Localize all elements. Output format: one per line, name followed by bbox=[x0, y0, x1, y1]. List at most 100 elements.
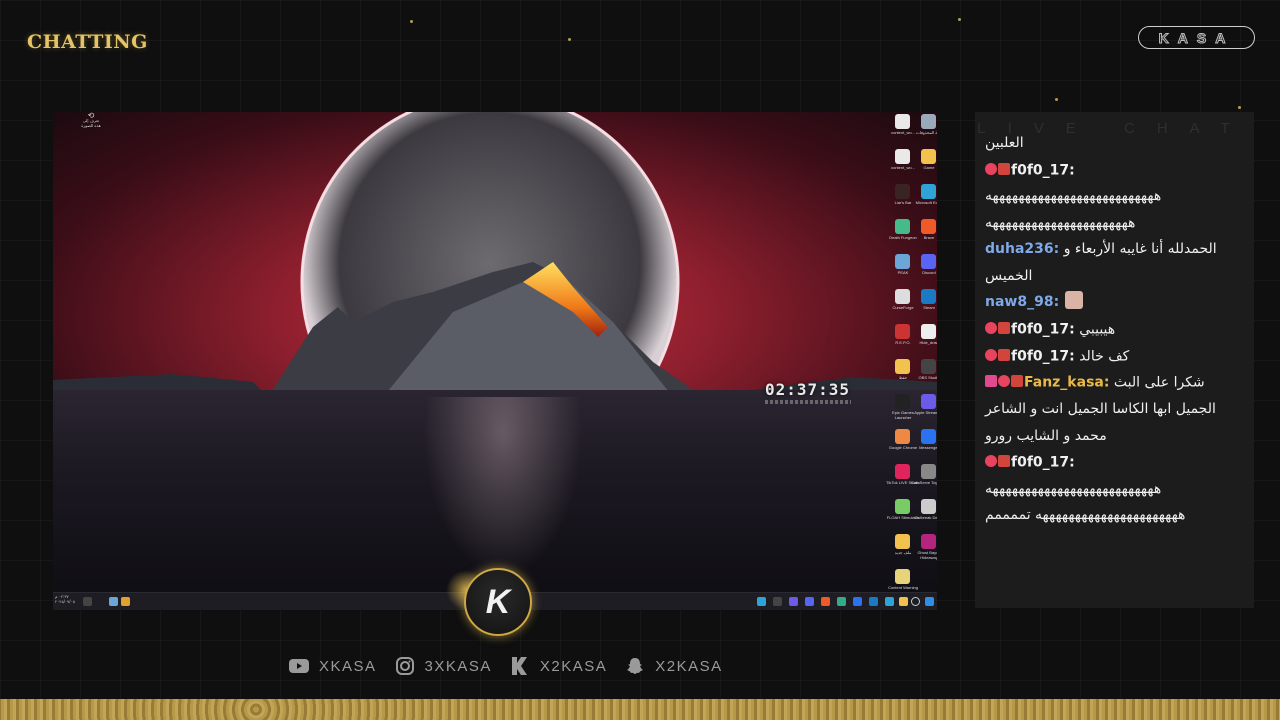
heart-badge-icon bbox=[985, 348, 997, 361]
desktop-shortcut-icon[interactable] bbox=[921, 499, 936, 514]
chat-message: f0f0_17: هيبيبي bbox=[985, 316, 1247, 343]
page-title: CHATTING bbox=[27, 31, 148, 53]
desktop-shortcut-icon[interactable] bbox=[895, 429, 910, 444]
gold-speck bbox=[1055, 98, 1058, 101]
recycle-shortcut[interactable]: ⟲ تعرف إلى هذه الصورة bbox=[81, 112, 101, 128]
taskbar-app-icon[interactable] bbox=[869, 597, 878, 606]
chat-username[interactable]: naw8_98: bbox=[985, 294, 1059, 310]
chat-message: العلبين bbox=[985, 130, 1247, 157]
chat-username[interactable]: f0f0_17: bbox=[1011, 162, 1075, 178]
desktop-shortcut-icon[interactable] bbox=[895, 569, 910, 584]
desktop-shortcut-icon[interactable] bbox=[895, 359, 910, 374]
heart-badge-icon bbox=[985, 455, 997, 467]
heart-badge-icon bbox=[985, 162, 997, 175]
chat-message: f0f0_17: ههههههههههههههههههههههههههه ههه… bbox=[985, 157, 1247, 237]
social-snapchat[interactable]: X2KASA bbox=[625, 657, 722, 675]
k-letter: K bbox=[485, 582, 511, 621]
desktop-shortcut-icon[interactable] bbox=[921, 324, 936, 339]
desktop-shortcut-label: Brave bbox=[923, 235, 935, 240]
desktop-shortcut-icon[interactable] bbox=[895, 289, 910, 304]
kasa-k-badge: K bbox=[464, 568, 532, 636]
social-text: X2KASA bbox=[539, 657, 608, 675]
desktop-shortcut-icon[interactable] bbox=[921, 394, 936, 409]
social-kick[interactable]: X2KASA bbox=[510, 657, 607, 675]
desktop-shortcut-icon[interactable] bbox=[895, 219, 910, 234]
desktop-shortcut-label: Apple Stream Ja bbox=[914, 410, 937, 415]
chat-username[interactable]: duha236: bbox=[985, 241, 1059, 257]
chat-badges bbox=[985, 343, 1011, 370]
chat-username[interactable]: f0f0_17: bbox=[1011, 321, 1075, 337]
taskbar-app-icon[interactable] bbox=[853, 597, 862, 606]
taskbar-datetime: ٠٢:٣٧ م ٢٠٢٥/٠٧/٠٥ bbox=[55, 594, 75, 604]
desktop-shortcut-icon[interactable] bbox=[895, 534, 910, 549]
desktop-shortcut-icon[interactable] bbox=[895, 394, 910, 409]
chat-badges bbox=[985, 157, 1011, 184]
kasa-logo: KASA bbox=[1138, 26, 1255, 49]
desktop-shortcut-icon[interactable] bbox=[895, 324, 910, 339]
chat-message-text: هيبيبي bbox=[1079, 321, 1116, 337]
desktop-shortcut-icon[interactable] bbox=[895, 254, 910, 269]
screen-capture: ⟲ تعرف إلى هذه الصورة 02:37:35 content_w… bbox=[53, 112, 937, 610]
clock-underline bbox=[765, 400, 851, 404]
desktop-shortcut-icon[interactable] bbox=[895, 499, 910, 514]
file-explorer-icon[interactable] bbox=[899, 597, 908, 606]
desktop-shortcut-label: Content Warning bbox=[888, 585, 918, 590]
start-icon[interactable] bbox=[925, 597, 934, 606]
social-links: XKASA 3XKASA X2KASA X2KASA bbox=[289, 656, 723, 676]
taskbar-app-icon[interactable] bbox=[773, 597, 782, 606]
speaker-icon[interactable] bbox=[83, 597, 92, 606]
clock-overlay: 02:37:35 bbox=[765, 380, 851, 399]
social-instagram[interactable]: 3XKASA bbox=[395, 657, 492, 675]
chat-message-text: ههههههههههههههههههههههههههه هههههههههههه… bbox=[985, 188, 1162, 231]
gold-speck bbox=[1238, 106, 1241, 109]
taskbar-app-icon[interactable] bbox=[837, 597, 846, 606]
desktop-shortcut-label: Messenger bbox=[919, 445, 937, 450]
chat-message-text: العلبين bbox=[985, 135, 1024, 151]
desktop-shortcut-icon[interactable] bbox=[921, 429, 936, 444]
desktop-shortcut-icon[interactable] bbox=[921, 219, 936, 234]
taskbar-app-icon[interactable] bbox=[805, 597, 814, 606]
search-icon[interactable] bbox=[911, 597, 920, 606]
desktop-shortcut-icon[interactable] bbox=[921, 464, 936, 479]
taskbar-app-icon[interactable] bbox=[885, 597, 894, 606]
taskbar-app-icon[interactable] bbox=[821, 597, 830, 606]
desktop-shortcut-icon[interactable] bbox=[895, 184, 910, 199]
og-badge-icon bbox=[998, 348, 1010, 361]
chat-message: f0f0_17: كف خالد bbox=[985, 343, 1247, 370]
gold-speck bbox=[958, 18, 961, 21]
og-badge-icon bbox=[998, 162, 1010, 175]
desktop-shortcut-icon[interactable] bbox=[921, 149, 936, 164]
og-badge-icon bbox=[1011, 375, 1023, 388]
chat-username[interactable]: f0f0_17: bbox=[1011, 454, 1075, 470]
desktop-shortcut-icon[interactable] bbox=[921, 114, 936, 129]
chat-message: f0f0_17: ههههههههههههههههههههههههههه ههه… bbox=[985, 449, 1247, 529]
notification-icon[interactable] bbox=[121, 597, 130, 606]
taskbar-app-icon[interactable] bbox=[757, 597, 766, 606]
chat-message-text: كف خالد bbox=[1079, 347, 1130, 364]
desktop-shortcut-icon[interactable] bbox=[921, 184, 936, 199]
chat-message-text: ههههههههههههههههههههههههههه هههههههههههه… bbox=[985, 480, 1186, 524]
emote-icon bbox=[1065, 291, 1084, 310]
chat-username[interactable]: f0f0_17: bbox=[1011, 348, 1075, 364]
desktop-shortcut-icon[interactable] bbox=[921, 534, 936, 549]
desktop-shortcut-label: Game bbox=[923, 165, 935, 170]
kick-icon bbox=[510, 657, 530, 675]
desktop-shortcut-icon[interactable] bbox=[895, 149, 910, 164]
chat-username[interactable]: Fanz_kasa: bbox=[1024, 375, 1109, 391]
recycle-label: تعرف إلى هذه الصورة bbox=[81, 118, 101, 128]
desktop-shortcut-icon[interactable] bbox=[895, 464, 910, 479]
desktop-shortcut-icon[interactable] bbox=[921, 359, 936, 374]
gold-speck bbox=[410, 20, 413, 23]
desktop-shortcut-icon[interactable] bbox=[921, 289, 936, 304]
desktop-shortcut-icon[interactable] bbox=[921, 254, 936, 269]
location-icon[interactable] bbox=[109, 597, 118, 606]
youtube-icon bbox=[289, 657, 309, 675]
desktop-shortcut-icon[interactable] bbox=[895, 114, 910, 129]
chat-badges bbox=[985, 316, 1011, 343]
social-youtube[interactable]: XKASA bbox=[289, 657, 377, 675]
chat-messages[interactable]: العلبين f0f0_17: هههههههههههههههههههههههه… bbox=[985, 130, 1247, 529]
taskbar-app-icon[interactable] bbox=[789, 597, 798, 606]
instagram-icon bbox=[395, 657, 415, 675]
desktop-shortcut-label: OBS Studio bbox=[918, 375, 937, 380]
desktop-shortcut-label: Can Serve Together bbox=[911, 480, 937, 485]
